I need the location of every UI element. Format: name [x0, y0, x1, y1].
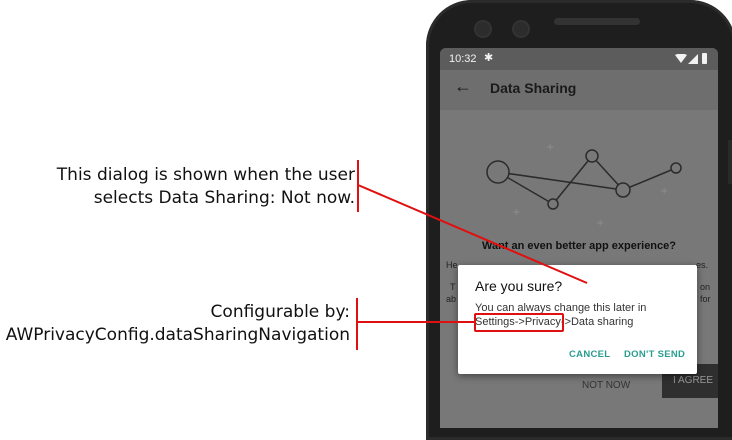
- leader-line-1: [357, 184, 588, 284]
- callout-leader-lines: [357, 184, 588, 323]
